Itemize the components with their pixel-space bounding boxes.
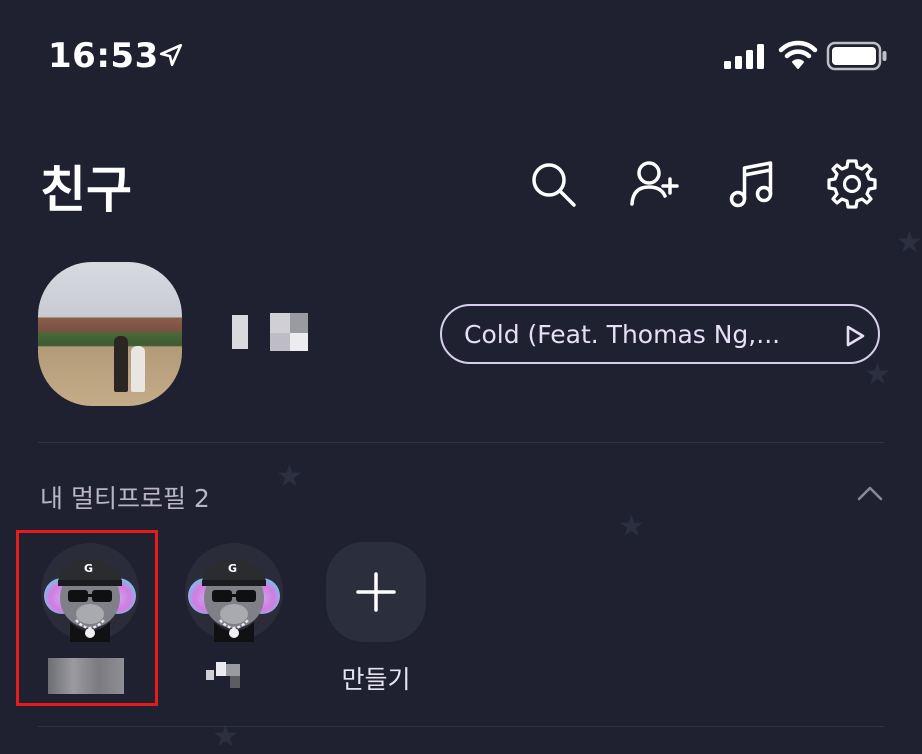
now-playing-title: Cold (Feat. Thomas Ng,... (464, 320, 781, 349)
profile-music-button[interactable]: Cold (Feat. Thomas Ng,... (440, 304, 880, 364)
background-star: ★ (864, 357, 891, 392)
background-star: ★ (276, 459, 303, 494)
chevron-up-icon[interactable] (856, 484, 884, 502)
wifi-icon (778, 40, 818, 69)
multi-profile-item[interactable]: G (172, 538, 292, 698)
background-star: ★ (896, 225, 922, 260)
page-title: 친구 (40, 161, 132, 219)
plus-icon (356, 572, 396, 612)
battery-icon (826, 41, 887, 71)
add-friend-icon[interactable] (628, 158, 680, 210)
my-profile-name-blurred (232, 313, 310, 351)
status-time: 16:53 (48, 36, 159, 76)
svg-text:G: G (228, 562, 237, 575)
signal-icon (724, 44, 764, 69)
create-multi-profile-button[interactable] (326, 542, 426, 642)
section-divider (38, 442, 884, 443)
multi-profile-section-title: 내 멀티프로필 2 (40, 484, 210, 513)
photo-person (131, 346, 145, 392)
create-multi-profile-label[interactable]: 만들기 (318, 660, 434, 696)
bottom-divider (38, 726, 884, 727)
search-icon[interactable] (527, 158, 579, 210)
multi-profile-name-blurred (206, 662, 252, 690)
music-note-icon[interactable] (726, 158, 778, 210)
play-icon (846, 325, 865, 347)
photo-person (114, 336, 128, 392)
background-star: ★ (618, 509, 645, 544)
location-arrow-icon (159, 43, 183, 67)
gear-icon[interactable] (826, 158, 878, 210)
my-profile-photo[interactable] (38, 262, 182, 406)
multi-profile-avatar: G (185, 543, 283, 642)
highlight-box (16, 530, 158, 706)
